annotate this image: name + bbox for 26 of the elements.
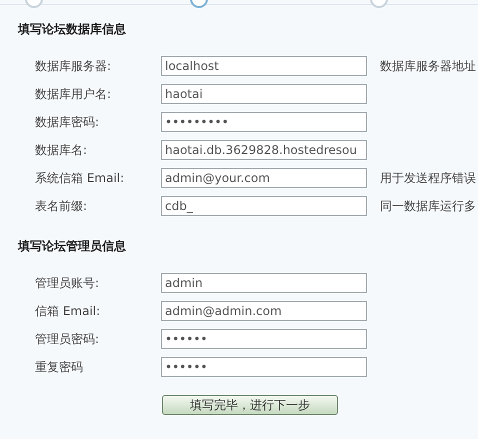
field-label: 管理员账号: (34, 274, 100, 292)
field-label: 表名前缀: (34, 198, 88, 214)
field-label: 数据库名: (34, 142, 88, 158)
input-field[interactable]: haotai.db.3629828.hostedresou (161, 140, 367, 160)
input-field[interactable]: admin@admin.com (161, 301, 367, 321)
input-field[interactable]: ••••••••• (161, 112, 367, 132)
field-label: 数据库用户名: (34, 86, 112, 102)
field-label: 数据库密码: (34, 114, 100, 130)
field-label: 管理员密码: (34, 330, 100, 348)
input-field[interactable]: cdb_ (161, 196, 367, 216)
input-field[interactable]: •••••• (161, 357, 367, 377)
section-title: 填写论坛管理员信息 (18, 238, 127, 254)
field-label: 数据库服务器: (34, 58, 112, 74)
input-field[interactable]: haotai (161, 84, 367, 104)
field-hint: 同一数据库运行多 (380, 198, 476, 214)
field-label: 重复密码 (34, 358, 84, 376)
section-title: 填写论坛数据库信息 (18, 21, 127, 37)
field-hint: 数据库服务器地址 (380, 58, 476, 74)
field-hint: 用于发送程序错误 (380, 170, 476, 186)
input-field[interactable]: •••••• (161, 329, 367, 349)
field-label: 系统信箱 Email: (34, 170, 126, 186)
field-label: 信箱 Email: (34, 302, 102, 320)
input-field[interactable]: localhost (161, 56, 367, 76)
input-field[interactable]: admin (161, 273, 367, 293)
input-field[interactable]: admin@your.com (161, 168, 367, 188)
next-step-button[interactable]: 填写完毕，进行下一步 (162, 395, 338, 415)
